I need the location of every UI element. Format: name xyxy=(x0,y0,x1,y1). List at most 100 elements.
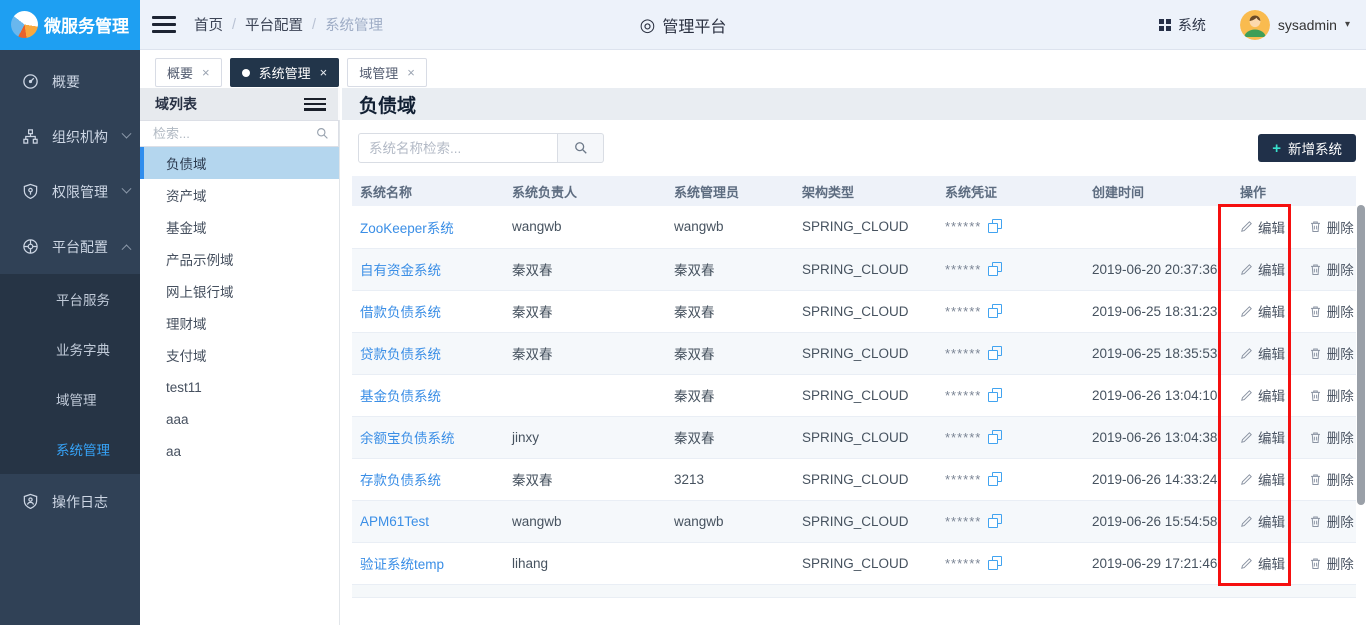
cell-system-owner xyxy=(504,374,666,416)
pencil-icon xyxy=(1240,473,1253,486)
tab-close-icon[interactable]: × xyxy=(407,66,415,79)
breadcrumb-home[interactable]: 首页 xyxy=(194,14,223,35)
cell-system-name[interactable]: ZooKeeper系统 xyxy=(352,206,504,248)
trash-icon xyxy=(1309,515,1322,528)
domain-list-item[interactable]: aa xyxy=(140,435,339,467)
tab[interactable]: 域管理 × xyxy=(347,58,427,87)
delete-label: 删除 xyxy=(1327,553,1354,573)
breadcrumb-platform-config[interactable]: 平台配置 xyxy=(245,14,303,35)
cell-system-name[interactable]: 贷款负债系统 xyxy=(352,332,504,374)
add-system-button[interactable]: + 新增系统 xyxy=(1258,134,1356,162)
edit-button[interactable]: 编辑 xyxy=(1240,511,1285,531)
tab-close-icon[interactable]: × xyxy=(320,66,328,79)
app-logo[interactable]: 微服务管理 xyxy=(0,0,140,50)
copy-icon[interactable] xyxy=(988,388,1002,402)
system-switcher[interactable]: 系统 xyxy=(1159,15,1206,35)
domain-list-item[interactable]: 理财域 xyxy=(140,307,339,339)
copy-icon[interactable] xyxy=(988,556,1002,570)
menu-toggle-icon[interactable] xyxy=(152,16,176,33)
pencil-icon xyxy=(1240,389,1253,402)
cell-system-name[interactable]: 基金负债系统 xyxy=(352,374,504,416)
cell-credential: ****** xyxy=(937,374,1084,416)
delete-button[interactable]: 删除 xyxy=(1309,469,1354,489)
cell-system-name[interactable]: APM61Test xyxy=(352,500,504,542)
delete-button[interactable]: 删除 xyxy=(1309,343,1354,363)
edit-button[interactable]: 编辑 xyxy=(1240,343,1285,363)
delete-label: 删除 xyxy=(1327,259,1354,279)
vertical-scrollbar[interactable] xyxy=(1357,205,1365,505)
cell-actions: 编辑 删除 xyxy=(1232,248,1356,290)
edit-button[interactable]: 编辑 xyxy=(1240,259,1285,279)
username-label: sysadmin xyxy=(1278,17,1337,33)
copy-icon[interactable] xyxy=(988,219,1002,233)
domain-list-item[interactable]: 基金域 xyxy=(140,211,339,243)
delete-button[interactable]: 删除 xyxy=(1309,259,1354,279)
system-search-button[interactable] xyxy=(558,133,604,163)
domain-list-item[interactable]: 支付域 xyxy=(140,339,339,371)
domain-search-input[interactable] xyxy=(140,120,339,147)
domain-item-label: 网上银行域 xyxy=(166,281,234,301)
password-mask: ****** xyxy=(945,556,981,571)
sidebar-subitem[interactable]: 域管理 xyxy=(0,374,140,424)
delete-button[interactable]: 删除 xyxy=(1309,427,1354,447)
cell-system-name[interactable]: 借款负债系统 xyxy=(352,290,504,332)
cell-system-name[interactable]: 验证系统temp xyxy=(352,542,504,584)
edit-button[interactable]: 编辑 xyxy=(1240,469,1285,489)
sidebar-item-platform-config[interactable]: 平台配置 xyxy=(0,219,140,274)
domain-list-item[interactable]: 产品示例域 xyxy=(140,243,339,275)
tab-label: 域管理 xyxy=(359,63,398,82)
toolbar: + 新增系统 xyxy=(342,120,1366,176)
cell-actions: 编辑 删除 xyxy=(1232,332,1356,374)
domain-list-menu-icon[interactable] xyxy=(304,98,326,111)
edit-button[interactable]: 编辑 xyxy=(1240,217,1285,237)
delete-button[interactable]: 删除 xyxy=(1309,511,1354,531)
copy-icon[interactable] xyxy=(988,514,1002,528)
edit-button[interactable]: 编辑 xyxy=(1240,385,1285,405)
cell-system-admin: 3213 xyxy=(666,458,794,500)
copy-icon[interactable] xyxy=(988,430,1002,444)
copy-icon[interactable] xyxy=(988,262,1002,276)
cell-system-name[interactable]: 自有资金系统 xyxy=(352,248,504,290)
system-search-input[interactable] xyxy=(358,133,558,163)
logo-text: 微服务管理 xyxy=(44,12,129,37)
cell-actions: 编辑 删除 xyxy=(1232,374,1356,416)
sidebar-item-operation-log[interactable]: 操作日志 xyxy=(0,474,140,529)
domain-item-label: aaa xyxy=(166,412,189,427)
col-system-admin: 系统管理员 xyxy=(666,176,794,206)
edit-label: 编辑 xyxy=(1258,385,1285,405)
cell-credential: ****** xyxy=(937,500,1084,542)
tab-close-icon[interactable]: × xyxy=(202,66,210,79)
tab[interactable]: 概要 × xyxy=(155,58,222,87)
domain-item-label: 基金域 xyxy=(166,217,207,237)
copy-icon[interactable] xyxy=(988,472,1002,486)
delete-button[interactable]: 删除 xyxy=(1309,385,1354,405)
sidebar-item-permissions[interactable]: 权限管理 xyxy=(0,164,140,219)
sidebar-subitem[interactable]: 系统管理 xyxy=(0,424,140,474)
delete-button[interactable]: 删除 xyxy=(1309,217,1354,237)
sidebar-subitem[interactable]: 平台服务 xyxy=(0,274,140,324)
delete-button[interactable]: 删除 xyxy=(1309,553,1354,573)
tab[interactable]: 系统管理 × xyxy=(230,58,340,87)
sidebar-subitem[interactable]: 业务字典 xyxy=(0,324,140,374)
edit-button[interactable]: 编辑 xyxy=(1240,427,1285,447)
cell-system-name[interactable]: 余额宝负债系统 xyxy=(352,416,504,458)
sidebar-item-overview[interactable]: 概要 xyxy=(0,54,140,109)
user-menu[interactable]: sysadmin ▾ xyxy=(1240,10,1350,40)
copy-icon[interactable] xyxy=(988,346,1002,360)
page-title: 负债域 xyxy=(359,91,416,118)
sidebar-item-organization[interactable]: 组织机构 xyxy=(0,109,140,164)
delete-button[interactable]: 删除 xyxy=(1309,301,1354,321)
domain-list-item[interactable]: 网上银行域 xyxy=(140,275,339,307)
cell-system-admin: 秦双春 xyxy=(666,290,794,332)
trash-icon xyxy=(1309,431,1322,444)
cell-system-name[interactable]: 存款负债系统 xyxy=(352,458,504,500)
cell-created-time: 2019-06-29 17:21:46 xyxy=(1084,542,1232,584)
edit-button[interactable]: 编辑 xyxy=(1240,553,1285,573)
password-mask: ****** xyxy=(945,346,981,361)
domain-list-item[interactable]: aaa xyxy=(140,403,339,435)
domain-list-item[interactable]: 负债域 xyxy=(140,147,339,179)
copy-icon[interactable] xyxy=(988,304,1002,318)
domain-list-item[interactable]: 资产域 xyxy=(140,179,339,211)
domain-list-item[interactable]: test11 xyxy=(140,371,339,403)
edit-button[interactable]: 编辑 xyxy=(1240,301,1285,321)
